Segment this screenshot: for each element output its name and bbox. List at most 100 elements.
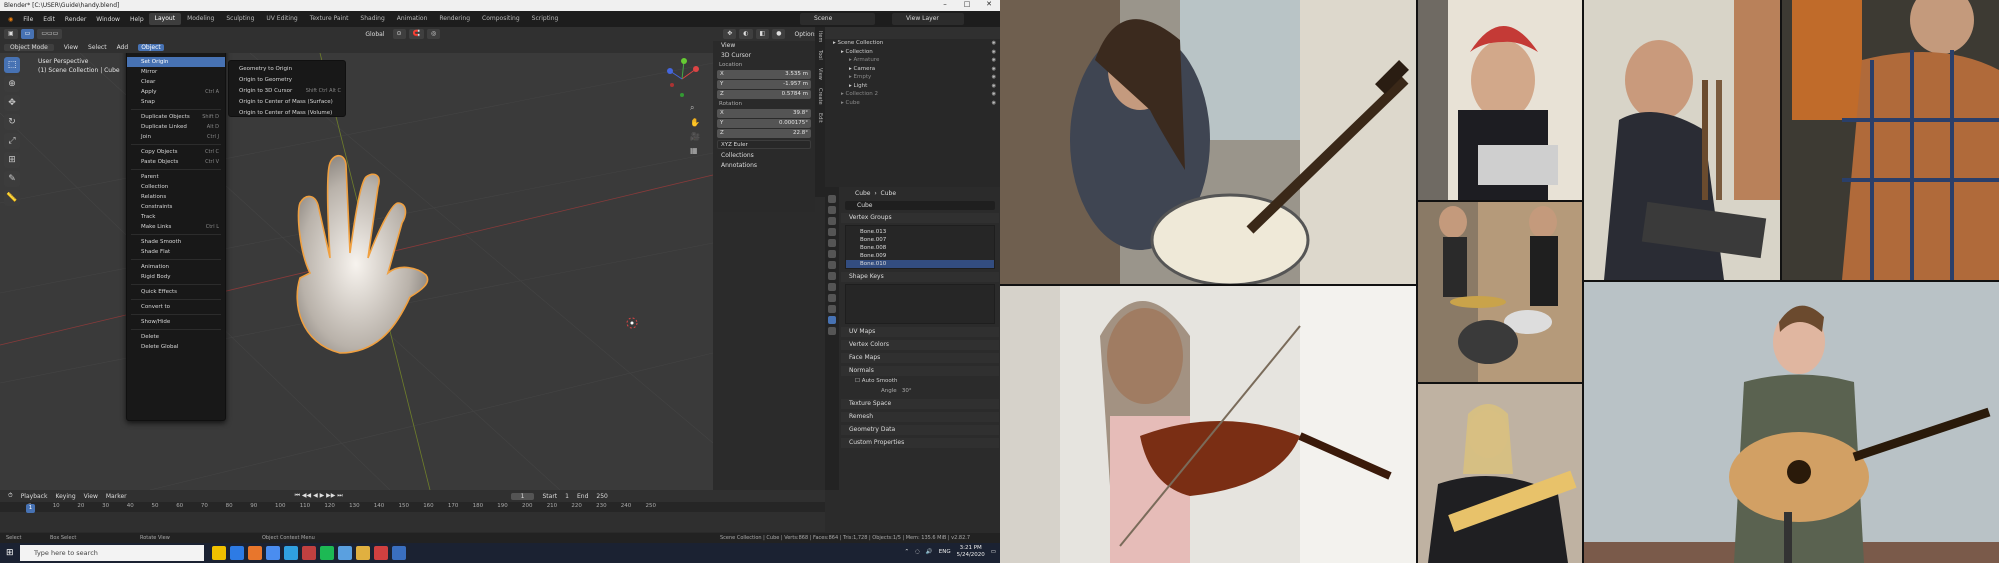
move-tool-icon[interactable]: ✥ [4,95,20,111]
outliner-row[interactable]: ▸ Armature ◉ [825,56,1000,65]
npanel-cursor-header[interactable]: 3D Cursor [713,51,815,61]
overlay-icon[interactable]: ◐ [739,29,753,39]
cursor-tool-icon[interactable]: ⊕ [4,76,20,92]
visibility-eye-icon[interactable]: ◉ [992,99,996,108]
remesh-header[interactable]: Remesh [841,412,999,422]
object-menu-item[interactable]: Duplicate Objects Shift D [127,112,225,122]
outliner-row[interactable]: ▸ Empty ◉ [825,73,1000,82]
tab-tool[interactable]: Tool [817,50,823,60]
object-menu-item[interactable]: Mirror [127,67,225,77]
object-menu-item[interactable]: Apply Ctrl A [127,87,225,97]
mode-selector[interactable]: Object Mode [4,43,54,51]
notification-icon[interactable]: ▭ [991,549,996,555]
timeline-track[interactable]: 1 [0,504,825,532]
annotate-tool-icon[interactable]: ✎ [4,171,20,187]
rotate-tool-icon[interactable]: ↻ [4,114,20,130]
timeline-view-menu[interactable]: View [84,493,98,500]
taskbar-app-icon[interactable] [266,546,280,560]
xray-icon[interactable]: ◧ [755,29,770,39]
auto-smooth-checkbox[interactable]: ☐ Auto Smooth [841,376,999,386]
physics-props-icon[interactable] [828,294,836,302]
object-menu-item[interactable]: Copy Objects Ctrl C [127,147,225,157]
transform-tool-icon[interactable]: ⊞ [4,152,20,168]
select-tool-icon[interactable]: ⬚ [4,57,20,73]
tab-rendering[interactable]: Rendering [433,13,476,25]
tab-compositing[interactable]: Compositing [476,13,526,25]
object-menu-item[interactable]: Animation [127,262,225,272]
visibility-eye-icon[interactable]: ◉ [992,39,996,48]
tab-modeling[interactable]: Modeling [181,13,220,25]
mesh-name-field[interactable]: Cube [845,201,995,210]
vertex-group-item[interactable]: Bone.013 [846,228,994,236]
mesh-data-props-icon[interactable] [828,316,836,324]
close-icon[interactable]: ✕ [978,0,1000,8]
vertex-group-item[interactable]: Bone.007 [846,236,994,244]
tab-uv-editing[interactable]: UV Editing [260,13,303,25]
outliner-row[interactable]: ▸ Cube ◉ [825,99,1000,108]
minimize-icon[interactable]: – [934,0,956,8]
taskbar-app-icon[interactable] [374,546,388,560]
tab-animation[interactable]: Animation [391,13,434,25]
npanel-annotations-header[interactable]: Annotations [713,161,815,171]
visibility-eye-icon[interactable]: ◉ [992,73,996,82]
render-props-icon[interactable] [828,206,836,214]
visibility-eye-icon[interactable]: ◉ [992,65,996,74]
object-menu-item[interactable]: Set Origin [127,57,225,67]
taskbar-app-icon[interactable] [212,546,226,560]
timeline-editor-icon[interactable]: ⏱ [8,492,13,500]
zoom-icon[interactable]: ⌕ [690,103,700,113]
face-maps-header[interactable]: Face Maps [841,353,999,363]
transform-orientation[interactable]: Global [365,31,384,38]
rotation-mode-select[interactable]: XYZ Euler [717,140,811,149]
world-props-icon[interactable] [828,250,836,258]
visibility-eye-icon[interactable]: ◉ [992,82,996,91]
menu-help[interactable]: Help [125,16,149,23]
object-menu-item[interactable]: Shade Flat [127,247,225,257]
taskbar-app-icon[interactable] [356,546,370,560]
vertex-group-item[interactable]: Bone.010 [846,260,994,268]
taskbar-app-icon[interactable] [392,546,406,560]
view-layer-props-icon[interactable] [828,228,836,236]
object-menu-item[interactable]: Collection [127,182,225,192]
outliner-row[interactable]: ▸ Camera ◉ [825,65,1000,74]
scale-tool-icon[interactable]: ⤢ [4,133,20,149]
object-menu-item[interactable]: Rigid Body [127,272,225,282]
set-origin-item[interactable]: Origin to Geometry [229,75,345,86]
shape-keys-header[interactable]: Shape Keys [841,272,999,282]
taskbar-app-icon[interactable] [248,546,262,560]
hand-mesh[interactable] [296,154,429,354]
custom-props-header[interactable]: Custom Properties [841,438,999,448]
view-layer-selector[interactable]: View Layer [892,13,964,25]
snap-icon[interactable]: 🧲 [408,29,425,39]
gizmo-icon[interactable]: ✥ [723,29,737,39]
visibility-eye-icon[interactable]: ◉ [992,90,996,99]
texture-space-header[interactable]: Texture Space [841,399,999,409]
object-menu-item[interactable]: Show/Hide [127,317,225,327]
view-menu[interactable]: View [64,44,78,51]
clock[interactable]: 3:21 PM 5/24/2020 [957,545,985,559]
object-menu-item[interactable]: Make Links Ctrl L [127,222,225,232]
outliner-row[interactable]: ▸ Light ◉ [825,82,1000,91]
navigation-gizmo[interactable] [662,55,702,103]
object-menu-item[interactable]: Delete Global [127,342,225,352]
end-field[interactable]: 250 [596,493,607,500]
cursor-loc-z[interactable]: Z 0.5784 m [717,90,811,99]
set-origin-item[interactable]: Origin to Center of Mass (Volume) [229,108,345,119]
taskbar-app-icon[interactable] [284,546,298,560]
windows-start-icon[interactable]: ⊞ [6,548,14,558]
object-menu-item[interactable]: Quick Effects [127,287,225,297]
set-origin-item[interactable]: Geometry to Origin [229,64,345,75]
object-menu-item[interactable]: Shade Smooth [127,237,225,247]
object-props-icon[interactable] [828,261,836,269]
taskbar-search[interactable]: Type here to search [20,545,204,561]
maximize-icon[interactable]: □ [956,0,978,8]
marker-menu[interactable]: Marker [106,493,127,500]
output-props-icon[interactable] [828,217,836,225]
outliner-row[interactable]: ▸ Scene Collection ◉ [825,39,1000,48]
ortho-toggle-icon[interactable]: ▦ [690,146,700,155]
measure-tool-icon[interactable]: 📏 [4,190,20,206]
object-menu-item[interactable]: Duplicate Linked Alt D [127,122,225,132]
cursor-loc-y[interactable]: Y -1.957 m [717,80,811,89]
scene-selector[interactable]: Scene [800,13,875,25]
menu-window[interactable]: Window [91,16,125,23]
